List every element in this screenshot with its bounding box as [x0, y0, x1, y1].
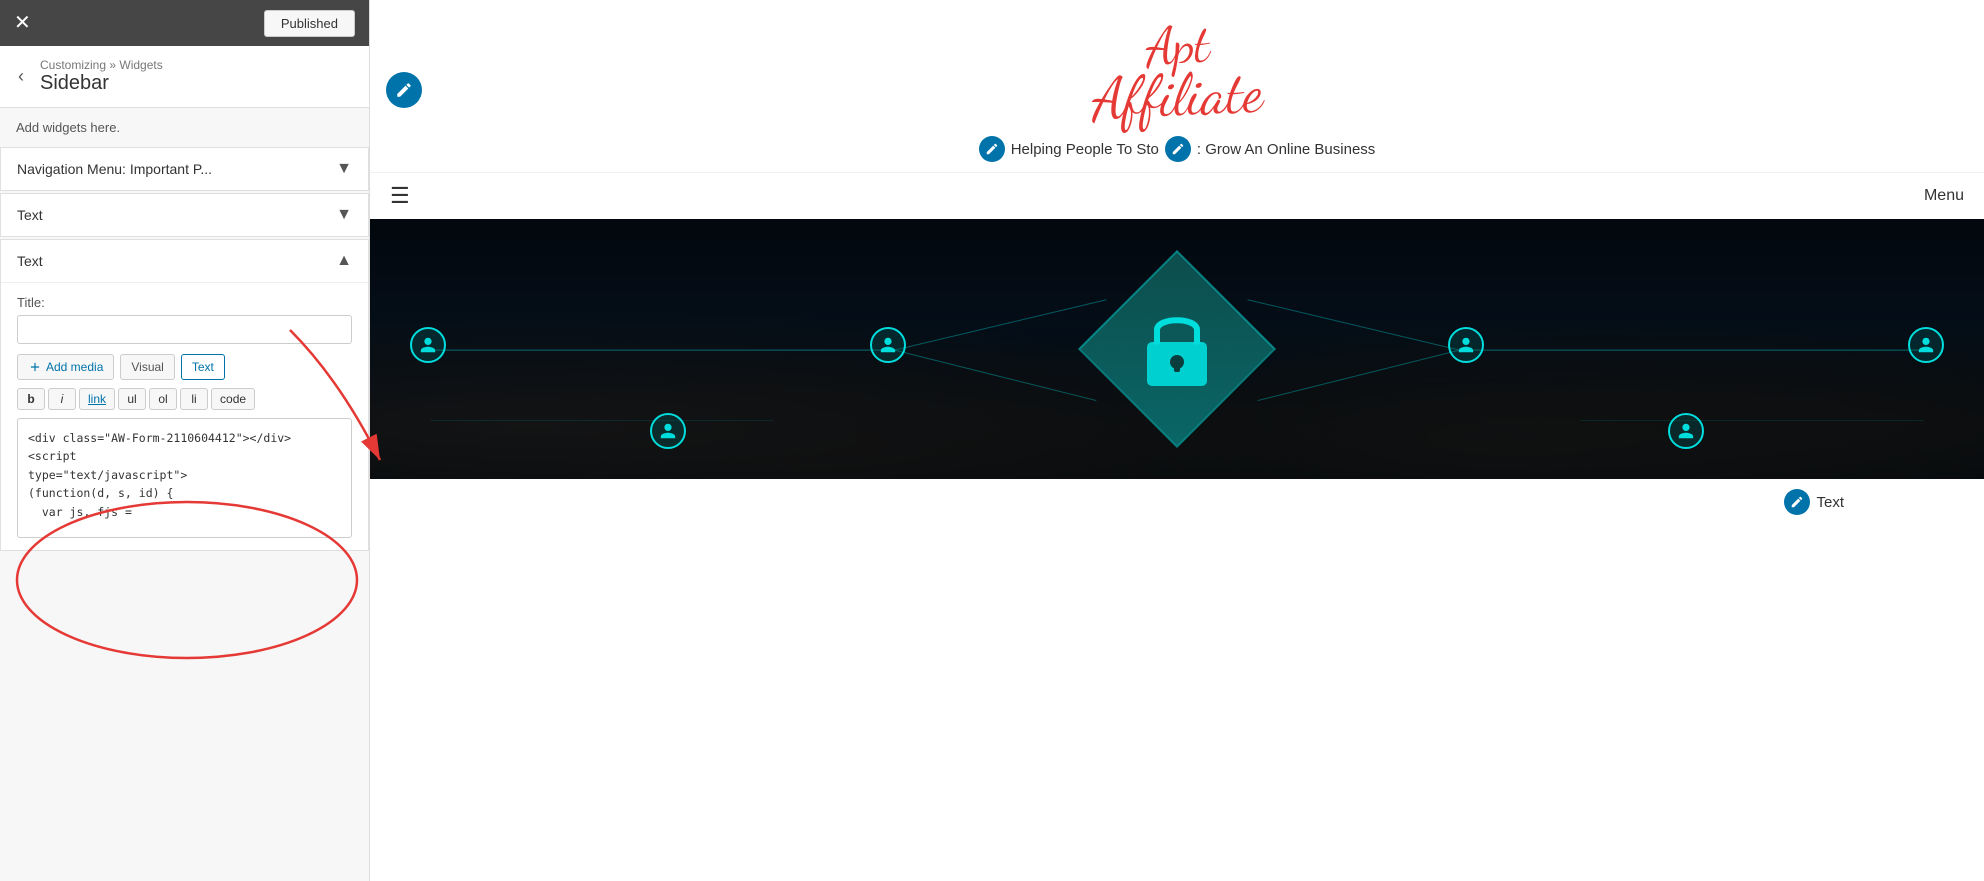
site-header: Apt Affiliate Helping People To Sto : Gr…: [370, 0, 1984, 172]
title-field-label: Title:: [17, 295, 352, 310]
pencil-icon-tagline-2: [1171, 142, 1185, 156]
hero-image: [370, 219, 1984, 479]
widget-text-2: Text ▲ Title: Add media Visual Text b i: [0, 239, 369, 551]
title-input[interactable]: [17, 315, 352, 344]
breadcrumb-area: ‹ Customizing » Widgets Sidebar: [0, 46, 369, 108]
site-nav: ☰ Menu: [370, 172, 1984, 219]
widget-nav-menu-chevron: ▼: [336, 160, 352, 178]
person-icon-4: [1908, 327, 1944, 363]
lock-icon: [1137, 304, 1217, 394]
add-media-icon: [28, 360, 42, 374]
tagline-icon-1[interactable]: [979, 136, 1005, 162]
hamburger-icon[interactable]: ☰: [390, 183, 410, 209]
widget-text-1-label: Text: [17, 207, 43, 223]
add-widgets-label: Add widgets here.: [0, 108, 369, 147]
logo-bottom: Affiliate: [1090, 64, 1263, 131]
widget-text-1: Text ▼: [0, 193, 369, 237]
link-button[interactable]: link: [79, 388, 115, 410]
add-media-button[interactable]: Add media: [17, 354, 114, 380]
person-icon-1: [410, 327, 446, 363]
breadcrumb-text: Customizing » Widgets: [40, 58, 163, 72]
breadcrumb-info: Customizing » Widgets Sidebar: [40, 58, 163, 95]
menu-label: Menu: [1924, 187, 1964, 205]
tagline-icon-2[interactable]: [1165, 136, 1191, 162]
published-button[interactable]: Published: [264, 10, 355, 37]
person-icon-3: [1448, 327, 1484, 363]
pencil-icon-text-badge: [1790, 495, 1804, 509]
format-buttons: b i link ul ol li code: [17, 388, 352, 410]
widget-text-2-chevron: ▲: [336, 252, 352, 270]
tagline-text: Helping People To Sto: [1011, 141, 1159, 158]
widget-nav-menu-label: Navigation Menu: Important P...: [17, 161, 212, 177]
back-button[interactable]: ‹: [12, 64, 30, 89]
widget-text-2-label: Text: [17, 253, 43, 269]
top-bar: ✕ Published: [0, 0, 369, 46]
left-panel: ✕ Published ‹ Customizing » Widgets Side…: [0, 0, 370, 881]
text-badge-edit-icon[interactable]: [1784, 489, 1810, 515]
text-badge-label: Text: [1816, 494, 1844, 511]
toolbar-row: Add media Visual Text: [17, 354, 352, 380]
code-editor[interactable]: <div class="AW-Form-2110604412"></div> <…: [17, 418, 352, 538]
pencil-icon-tagline: [985, 142, 999, 156]
edit-fab-button[interactable]: [386, 72, 422, 108]
add-media-label: Add media: [46, 360, 103, 374]
widgets-body: Add widgets here. Navigation Menu: Impor…: [0, 108, 369, 881]
widget-text-1-chevron: ▼: [336, 206, 352, 224]
widget-text-2-header[interactable]: Text ▲: [1, 240, 368, 283]
text-tab-button[interactable]: Text: [181, 354, 225, 380]
ul-button[interactable]: ul: [118, 388, 146, 410]
li-button[interactable]: li: [180, 388, 208, 410]
lock-icon-container: [1137, 304, 1217, 394]
close-button[interactable]: ✕: [14, 13, 31, 33]
person-icon-2: [870, 327, 906, 363]
widget-text-2-content: Title: Add media Visual Text b i link ul…: [1, 283, 368, 550]
ol-button[interactable]: ol: [149, 388, 177, 410]
visual-tab-button[interactable]: Visual: [120, 354, 174, 380]
pencil-icon: [395, 81, 413, 99]
site-tagline-area: Helping People To Sto : Grow An Online B…: [979, 136, 1376, 172]
code-button[interactable]: code: [211, 388, 255, 410]
site-logo: Apt Affiliate: [1092, 20, 1263, 126]
widget-nav-menu: Navigation Menu: Important P... ▼: [0, 147, 369, 191]
person-icon-6: [1668, 413, 1704, 449]
widget-text-1-header[interactable]: Text ▼: [1, 194, 368, 236]
page-title: Sidebar: [40, 72, 163, 95]
bold-button[interactable]: b: [17, 388, 45, 410]
right-panel: Apt Affiliate Helping People To Sto : Gr…: [370, 0, 1984, 881]
person-icon-5: [650, 413, 686, 449]
widget-nav-menu-header[interactable]: Navigation Menu: Important P... ▼: [1, 148, 368, 190]
italic-button[interactable]: i: [48, 388, 76, 410]
tagline-suffix: : Grow An Online Business: [1197, 141, 1375, 158]
text-badge-area: Text: [370, 479, 1984, 515]
